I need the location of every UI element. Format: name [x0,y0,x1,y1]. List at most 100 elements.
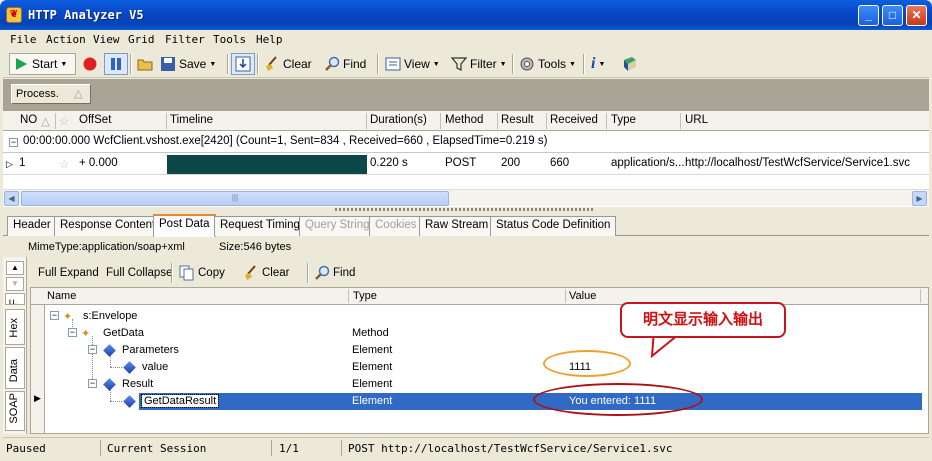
clear-button[interactable]: Clear [261,53,315,75]
help-book-button[interactable] [619,53,641,75]
collapse-icon[interactable]: − [88,379,97,388]
toolbar-separator [377,54,379,74]
column-offset[interactable]: OffSet [79,114,111,126]
column-type[interactable]: Type [353,290,377,302]
tree-row[interactable]: − Result Element [31,376,928,393]
close-button[interactable]: ✕ [906,5,927,26]
size-label: Size:546 bytes [219,241,292,253]
info-button[interactable]: i ▼ [588,53,608,75]
scroll-right-icon[interactable]: ▶ [912,191,927,206]
side-scroll-up-icon[interactable]: ▲ [6,261,24,275]
find-tree-button[interactable]: Find [314,263,355,283]
pause-button[interactable] [104,53,128,75]
side-tab-hex[interactable]: Hex [5,309,25,345]
menu-view[interactable]: View [93,33,120,46]
filter-button[interactable]: Filter ▼ [448,53,510,75]
tab-post-data[interactable]: Post Data [153,214,216,237]
minimize-button[interactable]: _ [858,5,879,26]
full-collapse-button[interactable]: Full Collapse [106,263,172,283]
value-highlight-ellipse [543,350,631,377]
chevron-down-icon: ▼ [598,60,606,68]
autoscroll-button[interactable] [231,53,255,75]
panel-splitter[interactable] [3,207,929,212]
mimetype-label: MimeType:application/soap+xml [28,241,185,253]
column-duration[interactable]: Duration(s) [370,114,427,126]
group-by-process[interactable]: Process. △ [11,84,91,104]
copy-icon [179,265,194,281]
cell-duration: 0.220 s [370,157,408,169]
tab-raw-stream[interactable]: Raw Stream [419,216,495,236]
scroll-thumb[interactable]: ||| [21,191,449,206]
tab-header[interactable]: Header [7,216,57,236]
splitter-grip[interactable] [335,208,595,211]
scroll-left-icon[interactable]: ◀ [4,191,19,206]
annotation-callout: 明文显示输入输出 [620,302,786,338]
table-row[interactable]: ▷ 1 ☆ + 0.000 0.220 s POST 200 660 appli… [3,154,929,175]
find-button[interactable]: Find [321,53,369,75]
start-button[interactable]: Start ▼ [9,53,76,75]
collapse-icon[interactable]: − [68,328,77,337]
element-icon [123,395,136,408]
tools-button[interactable]: Tools ▼ [516,53,579,75]
tree-row[interactable]: − Parameters Element [31,342,928,359]
tab-query-string[interactable]: Query String [299,216,376,236]
tab-request-timing[interactable]: Request Timing [214,216,306,236]
book-icon [624,57,636,71]
group-row[interactable]: − 00:00:00.000 WcfClient.vshost.exe[2420… [3,132,929,153]
tab-response-content[interactable]: Response Content [54,216,162,236]
view-button[interactable]: View ▼ [382,53,443,75]
menu-help[interactable]: Help [256,33,283,46]
star-icon[interactable]: ☆ [59,157,69,171]
column-value[interactable]: Value [569,290,596,302]
tree-row[interactable]: − ✦ GetData Method [31,325,928,342]
side-tab-data[interactable]: Data [5,347,25,389]
column-no[interactable]: NO [20,114,37,126]
clear-label: Clear [283,57,312,71]
tab-status-code-definition[interactable]: Status Code Definition [490,216,617,236]
column-name[interactable]: Name [47,290,76,302]
tree-header: Name Type Value [31,288,928,305]
collapse-icon[interactable]: − [50,311,59,320]
collapse-icon[interactable]: − [88,345,97,354]
column-divider [55,113,56,129]
column-url[interactable]: URL [685,114,708,126]
menu-file[interactable]: File [10,33,37,46]
column-result[interactable]: Result [501,114,534,126]
column-received[interactable]: Received [550,114,598,126]
menu-action[interactable]: Action [46,33,86,46]
save-button[interactable]: Save ▼ [157,53,219,75]
toolbar-separator [307,263,309,283]
horizontal-scrollbar[interactable]: ◀ ||| ▶ [3,189,929,206]
tree-row-selected[interactable]: GetDataResult Element You entered: 1111 [139,393,922,410]
collapse-icon[interactable]: − [9,138,18,147]
menu-filter[interactable]: Filter [165,33,205,46]
group-by-label: Process. [16,88,59,100]
column-divider [497,113,498,129]
status-state: Paused [6,442,46,455]
menu-grid[interactable]: Grid [128,33,155,46]
column-divider [366,113,367,129]
column-type[interactable]: Type [611,114,636,126]
tab-cookies[interactable]: Cookies [369,216,423,236]
side-tab-f[interactable]: F [5,293,25,305]
full-expand-button[interactable]: Full Expand [38,263,99,283]
tree-name: Result [122,378,154,390]
save-label: Save [179,57,207,71]
copy-button[interactable]: Copy [179,263,225,283]
column-timeline[interactable]: Timeline [170,114,213,126]
stop-button[interactable] [79,53,101,75]
side-tab-soap[interactable]: SOAP [5,391,25,431]
element-icon [103,378,116,391]
open-button[interactable] [134,53,156,75]
detail-tabs: Header Response Content Post Data Reques… [3,214,929,237]
tree-row[interactable]: − ✦ s:Envelope [31,308,928,325]
menu-tools[interactable]: Tools [213,33,246,46]
column-method[interactable]: Method [445,114,483,126]
maximize-button[interactable]: □ [882,5,903,26]
side-scroll-down-icon[interactable]: ▼ [6,277,24,291]
element-icon [123,361,136,374]
tree-row[interactable]: value Element 1111 [31,359,928,376]
tree-type: Method [352,327,389,339]
clear-tree-button[interactable]: Clear [243,263,289,283]
tree-type: Element [352,395,393,407]
